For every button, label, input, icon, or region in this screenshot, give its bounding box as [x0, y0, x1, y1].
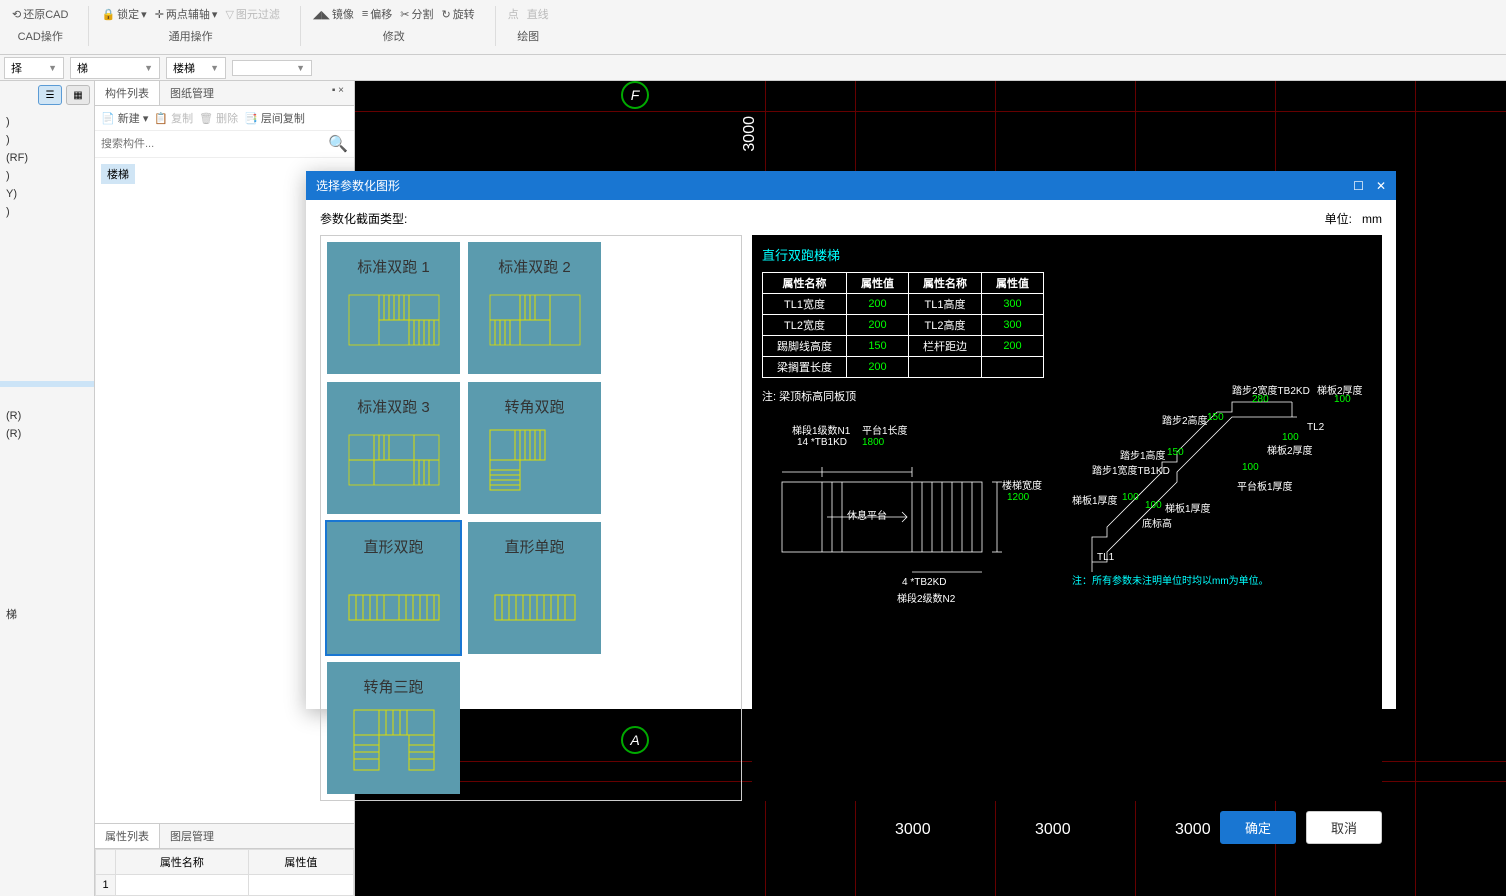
search-input[interactable] [101, 138, 328, 150]
close-icon[interactable]: ✕ [1376, 179, 1386, 193]
tree-item[interactable]: Y) [4, 185, 90, 203]
prop-name-cell[interactable] [116, 875, 249, 896]
parametric-shape-dialog: 选择参数化图形 ☐ ✕ 参数化截面类型: 单位: mm 标准双跑 1 标准双跑 … [306, 171, 1396, 709]
filter-button[interactable]: ▽ 图元过滤 [225, 6, 279, 22]
selector-3[interactable]: 楼梯▼ [166, 57, 226, 79]
tree-item[interactable]: ) [4, 113, 90, 131]
tab-drawings[interactable]: 图纸管理 [160, 81, 224, 105]
search-icon[interactable]: 🔍 [328, 134, 348, 154]
close-icon[interactable]: ▪ × [322, 81, 354, 105]
cad-ops-label[interactable]: CAD操作 [18, 28, 63, 44]
diagram: 梯段1级数N1 平台1长度 14 *TB1KD 1800 休息平台 楼梯宽度 1… [762, 412, 1372, 672]
left-tree: ) ) (RF) ) Y) ) (R) (R) 梯 [0, 109, 94, 629]
delete-button[interactable]: 🗑 删除 [199, 110, 238, 126]
rotate-button[interactable]: ↻ 旋转 [441, 6, 474, 22]
shape-item-std2[interactable]: 标准双跑 2 [468, 242, 601, 374]
two-point-button[interactable]: ✛ 两点辅轴 ▾ [155, 6, 218, 22]
tree-item[interactable]: ) [4, 131, 90, 149]
grid-line [1415, 81, 1416, 896]
shape-grid: 标准双跑 1 标准双跑 2 标准双跑 3 转角双跑 直形双跑 [320, 235, 742, 801]
tab-layers[interactable]: 图层管理 [160, 824, 224, 848]
tree-item-stair[interactable]: 楼梯 [101, 164, 135, 184]
prop-value-cell[interactable] [248, 875, 353, 896]
ok-button[interactable]: 确定 [1220, 811, 1296, 844]
dimension: 3000 [741, 116, 759, 152]
dialog-footer: 确定 取消 [320, 801, 1382, 844]
separator [495, 6, 496, 46]
shape-item-std1[interactable]: 标准双跑 1 [327, 242, 460, 374]
maximize-icon[interactable]: ☐ [1353, 179, 1364, 193]
selector-2[interactable]: 梯▼ [70, 57, 160, 79]
point-button[interactable]: 点 [508, 6, 519, 22]
top-toolbar: ⟲ 还原CAD CAD操作 🔒 锁定 ▾ ✛ 两点辅轴 ▾ ▽ 图元过滤 通用操… [0, 0, 1506, 55]
tab-components[interactable]: 构件列表 [95, 81, 160, 105]
dialog-titlebar[interactable]: 选择参数化图形 ☐ ✕ [306, 171, 1396, 200]
selector-row: 择▼ 梯▼ 楼梯▼ ▼ [0, 55, 1506, 81]
row-number: 1 [96, 875, 116, 896]
tree-item[interactable]: (R) [4, 425, 90, 443]
props-section: 属性列表 图层管理 属性名称 属性值 1 [95, 823, 354, 896]
draw-group: 点 直线 绘图 [500, 2, 557, 44]
cad-group: ⟲ 还原CAD CAD操作 [4, 2, 76, 44]
copy-button[interactable]: 📋 复制 [154, 110, 193, 126]
draw-label[interactable]: 绘图 [517, 28, 539, 44]
component-tabs: 构件列表 图纸管理 ▪ × [95, 81, 354, 106]
common-ops-group: 🔒 锁定 ▾ ✛ 两点辅轴 ▾ ▽ 图元过滤 通用操作 [93, 2, 287, 44]
modify-group: ◢◣ 镜像 ≡ 偏移 ✂ 分割 ↻ 旋转 修改 [305, 2, 483, 44]
selector-1[interactable]: 择▼ [4, 57, 64, 79]
new-button[interactable]: 📄 新建 ▾ [101, 110, 148, 126]
shape-item-straight2[interactable]: 直形双跑 [327, 522, 460, 654]
tree-item[interactable]: ) [4, 167, 90, 185]
tree-item[interactable]: 梯 [4, 603, 90, 625]
shape-item-corner3[interactable]: 转角三跑 [327, 662, 460, 794]
preview-title: 直行双跑楼梯 [762, 245, 1372, 264]
split-button[interactable]: ✂ 分割 [400, 6, 433, 22]
selector-4[interactable]: ▼ [232, 60, 312, 76]
mirror-button[interactable]: ◢◣ 镜像 [313, 6, 354, 22]
col-name-header: 属性名称 [116, 850, 249, 875]
grid-line [355, 111, 1506, 112]
lock-button[interactable]: 🔒 锁定 ▾ [101, 6, 146, 22]
line-button[interactable]: 直线 [527, 6, 549, 22]
tree-item[interactable]: ) [4, 203, 90, 221]
col-value-header: 属性值 [248, 850, 353, 875]
section-type-label: 参数化截面类型: [320, 210, 407, 227]
grid-marker-f: F [621, 81, 649, 109]
common-ops-label[interactable]: 通用操作 [169, 28, 213, 44]
preview-pane: 直行双跑楼梯 属性名称 属性值 属性名称 属性值 TL1宽度200TL1高度30… [752, 235, 1382, 801]
dialog-title: 选择参数化图形 [316, 177, 400, 194]
modify-label[interactable]: 修改 [383, 28, 405, 44]
separator [88, 6, 89, 46]
tree-item[interactable]: (R) [4, 407, 90, 425]
restore-cad-button[interactable]: ⟲ 还原CAD [12, 6, 68, 22]
props-table: 属性名称 属性值 1 [95, 849, 354, 896]
shape-item-corner2[interactable]: 转角双跑 [468, 382, 601, 514]
note-2: 注：所有参数未注明单位时均以mm为单位。 [1072, 572, 1269, 587]
view-mode-1-button[interactable]: ☰ [38, 85, 62, 105]
shape-item-std3[interactable]: 标准双跑 3 [327, 382, 460, 514]
dialog-body: 参数化截面类型: 单位: mm 标准双跑 1 标准双跑 2 标准双跑 3 转角 [306, 200, 1396, 710]
shape-item-straight1[interactable]: 直形单跑 [468, 522, 601, 654]
separator [300, 6, 301, 46]
param-table: 属性名称 属性值 属性名称 属性值 TL1宽度200TL1高度300 TL2宽度… [762, 272, 1044, 378]
view-mode-2-button[interactable]: ▦ [66, 85, 90, 105]
unit-label: 单位: mm [1325, 210, 1382, 227]
component-toolbar: 📄 新建 ▾ 📋 复制 🗑 删除 📑 层间复制 [95, 106, 354, 131]
cancel-button[interactable]: 取消 [1306, 811, 1382, 844]
search-row: 🔍 [95, 131, 354, 158]
layer-copy-button[interactable]: 📑 层间复制 [244, 110, 305, 126]
tab-props[interactable]: 属性列表 [95, 824, 160, 848]
tree-item[interactable]: (RF) [4, 149, 90, 167]
left-panel: ☰ ▦ ) ) (RF) ) Y) ) (R) (R) 梯 [0, 81, 95, 896]
offset-button[interactable]: ≡ 偏移 [362, 6, 392, 22]
